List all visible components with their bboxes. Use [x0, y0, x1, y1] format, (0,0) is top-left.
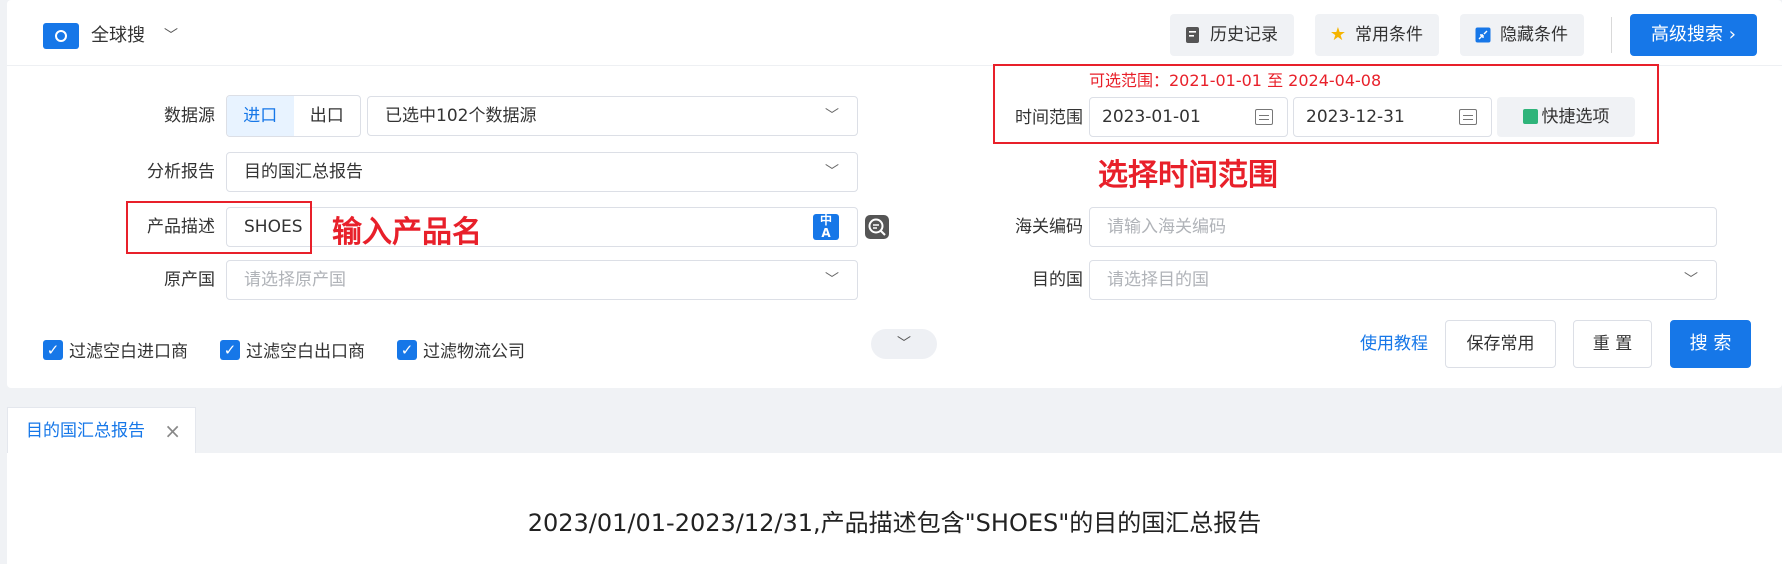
time-highlight-box — [993, 64, 1659, 144]
save-favorite-button[interactable]: 保存常用 — [1445, 320, 1556, 368]
destination-placeholder: 请选择目的国 — [1107, 270, 1209, 290]
destination-label: 目的国 — [1032, 270, 1083, 290]
chevron-down-icon: ﹀ — [825, 164, 839, 180]
close-icon[interactable]: × — [164, 408, 181, 454]
tutorial-link[interactable]: 使用教程 — [1360, 332, 1428, 356]
filter-label: 过滤空白进口商 — [69, 342, 188, 362]
history-label: 历史记录 — [1210, 25, 1278, 45]
datasource-value: 已选中102个数据源 — [385, 106, 537, 126]
report-content: 2023/01/01-2023/12/31,产品描述包含"SHOES"的目的国汇… — [7, 453, 1782, 564]
check-icon: ✓ — [397, 339, 417, 360]
hide-conditions-label: 隐藏条件 — [1500, 25, 1568, 45]
filter-label: 过滤物流公司 — [423, 342, 525, 362]
chevron-down-icon: ﹀ — [825, 272, 839, 288]
favorites-button[interactable]: ★ 常用条件 — [1315, 14, 1439, 56]
history-button[interactable]: 历史记录 — [1170, 14, 1294, 56]
chevron-down-icon: ﹀ — [825, 108, 839, 124]
brand-title[interactable]: 全球搜 — [91, 23, 145, 49]
report-select[interactable]: 目的国汇总报告 ﹀ — [226, 152, 858, 192]
reset-button[interactable]: 重 置 — [1573, 320, 1652, 368]
filter-logistics-checkbox[interactable]: ✓ 过滤物流公司 — [397, 337, 525, 362]
divider — [1611, 17, 1612, 53]
check-icon: ✓ — [43, 339, 63, 360]
report-title: 2023/01/01-2023/12/31,产品描述包含"SHOES"的目的国汇… — [527, 509, 1262, 537]
search-button[interactable]: 搜 索 — [1670, 320, 1751, 368]
origin-select[interactable]: 请选择原产国 ﹀ — [226, 260, 858, 300]
chevron-down-icon: ﹀ — [897, 336, 911, 352]
filter-blank-importer-checkbox[interactable]: ✓ 过滤空白进口商 — [43, 337, 188, 362]
check-icon: ✓ — [220, 339, 240, 360]
tab-destination-report[interactable]: 目的国汇总报告 × — [7, 407, 196, 453]
trade-direction-toggle[interactable]: 进口 出口 — [226, 95, 361, 137]
destination-select[interactable]: 请选择目的国 ﹀ — [1089, 260, 1717, 300]
chevron-down-icon: ﹀ — [1684, 272, 1698, 288]
top-bar: 全球搜 ﹀ 历史记录 ★ 常用条件 隐藏条件 高级搜索 › — [7, 0, 1782, 66]
collapse-icon — [1474, 26, 1492, 44]
filter-label: 过滤空白出口商 — [246, 342, 365, 362]
import-option[interactable]: 进口 — [227, 96, 294, 136]
export-option[interactable]: 出口 — [294, 96, 361, 136]
hide-conditions-button[interactable]: 隐藏条件 — [1460, 14, 1584, 56]
report-label: 分析报告 — [147, 162, 215, 182]
product-highlight-box — [126, 201, 312, 254]
search-panel: 全球搜 ﹀ 历史记录 ★ 常用条件 隐藏条件 高级搜索 › 数据源 进口 出口 … — [7, 0, 1782, 388]
datasource-select[interactable]: 已选中102个数据源 ﹀ — [367, 96, 858, 136]
chevron-down-icon[interactable]: ﹀ — [164, 25, 178, 45]
origin-label: 原产国 — [164, 270, 215, 290]
advanced-search-button[interactable]: 高级搜索 › — [1630, 14, 1757, 56]
product-annotation: 输入产品名 — [332, 215, 482, 250]
star-icon: ★ — [1329, 24, 1347, 45]
origin-placeholder: 请选择原产国 — [244, 270, 346, 290]
tab-label: 目的国汇总报告 — [26, 421, 145, 441]
translate-icon[interactable]: 中A — [813, 214, 839, 240]
favorites-label: 常用条件 — [1355, 25, 1423, 45]
global-search-icon[interactable] — [43, 23, 79, 49]
product-input[interactable]: SHOES — [226, 207, 858, 247]
datasource-label: 数据源 — [164, 106, 215, 126]
report-value: 目的国汇总报告 — [244, 162, 363, 182]
time-annotation: 选择时间范围 — [1098, 158, 1278, 193]
search-settings-icon[interactable] — [864, 214, 890, 240]
expand-toggle[interactable]: ﹀ — [871, 329, 937, 359]
history-icon — [1184, 26, 1202, 44]
hs-code-label: 海关编码 — [1015, 217, 1083, 237]
hs-code-input[interactable]: 请输入海关编码 — [1089, 207, 1717, 247]
hs-code-placeholder: 请输入海关编码 — [1107, 217, 1226, 237]
filter-blank-exporter-checkbox[interactable]: ✓ 过滤空白出口商 — [220, 337, 365, 362]
